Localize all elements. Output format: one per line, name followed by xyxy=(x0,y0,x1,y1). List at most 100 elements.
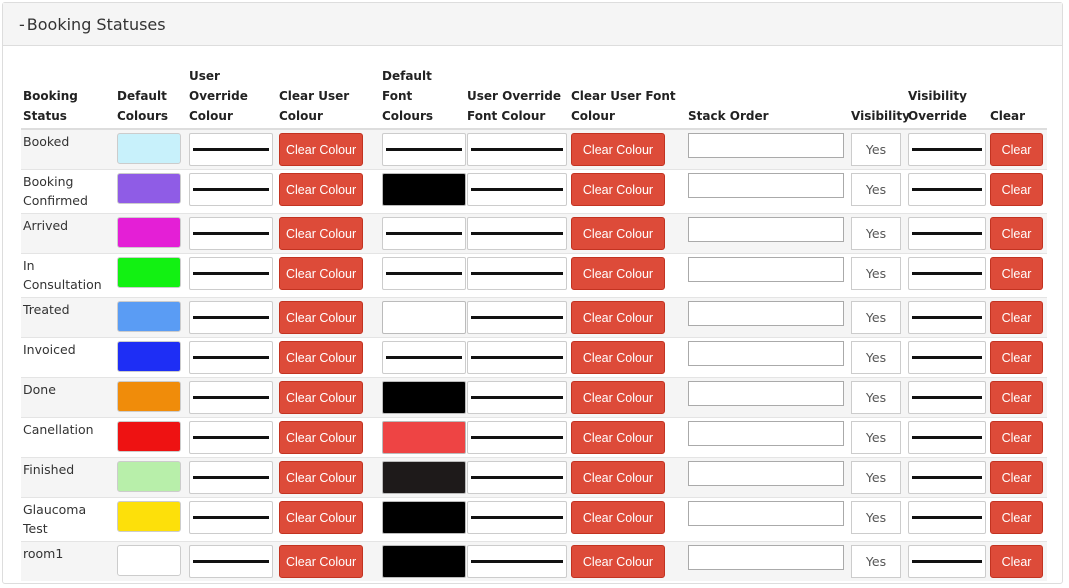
visibility-value[interactable]: Yes xyxy=(851,341,901,374)
clear-user-font-colour-button[interactable]: Clear Colour xyxy=(571,257,665,290)
visibility-value[interactable]: Yes xyxy=(851,217,901,250)
default-font-colour-swatch[interactable] xyxy=(382,461,466,494)
stack-order-input[interactable] xyxy=(688,217,844,242)
clear-user-colour-button[interactable]: Clear Colour xyxy=(279,257,364,290)
default-font-colour-picker[interactable] xyxy=(382,257,466,290)
stack-order-input[interactable] xyxy=(688,341,844,366)
visibility-override-toggle[interactable] xyxy=(908,381,986,414)
visibility-value[interactable]: Yes xyxy=(851,421,901,454)
default-colour-swatch[interactable] xyxy=(117,545,181,576)
stack-order-input[interactable] xyxy=(688,133,844,158)
default-colour-swatch[interactable] xyxy=(117,301,181,332)
stack-order-input[interactable] xyxy=(688,461,844,486)
visibility-override-toggle[interactable] xyxy=(908,421,986,454)
user-override-font-colour-picker[interactable] xyxy=(467,501,567,534)
visibility-value[interactable]: Yes xyxy=(851,173,901,206)
clear-user-colour-button[interactable]: Clear Colour xyxy=(279,461,364,494)
user-override-colour-picker[interactable] xyxy=(189,301,273,334)
clear-user-font-colour-button[interactable]: Clear Colour xyxy=(571,341,665,374)
stack-order-input[interactable] xyxy=(688,173,844,198)
user-override-font-colour-picker[interactable] xyxy=(467,301,567,334)
clear-user-colour-button[interactable]: Clear Colour xyxy=(279,381,364,414)
clear-button[interactable]: Clear xyxy=(990,257,1043,290)
clear-user-colour-button[interactable]: Clear Colour xyxy=(279,421,364,454)
default-colour-swatch[interactable] xyxy=(117,421,181,452)
default-font-colour-swatch[interactable] xyxy=(382,421,466,454)
visibility-value[interactable]: Yes xyxy=(851,381,901,414)
visibility-override-toggle[interactable] xyxy=(908,301,986,334)
visibility-override-toggle[interactable] xyxy=(908,217,986,250)
visibility-value[interactable]: Yes xyxy=(851,301,901,334)
visibility-value[interactable]: Yes xyxy=(851,133,901,166)
clear-button[interactable]: Clear xyxy=(990,341,1043,374)
visibility-value[interactable]: Yes xyxy=(851,501,901,534)
default-font-colour-picker[interactable] xyxy=(382,341,466,374)
clear-button[interactable]: Clear xyxy=(990,501,1043,534)
clear-user-colour-button[interactable]: Clear Colour xyxy=(279,341,364,374)
visibility-override-toggle[interactable] xyxy=(908,501,986,534)
clear-user-font-colour-button[interactable]: Clear Colour xyxy=(571,301,665,334)
visibility-override-toggle[interactable] xyxy=(908,133,986,166)
clear-user-colour-button[interactable]: Clear Colour xyxy=(279,217,364,250)
stack-order-input[interactable] xyxy=(688,257,844,282)
clear-button[interactable]: Clear xyxy=(990,301,1043,334)
default-colour-swatch[interactable] xyxy=(117,133,181,164)
user-override-font-colour-picker[interactable] xyxy=(467,461,567,494)
visibility-override-toggle[interactable] xyxy=(908,461,986,494)
default-colour-swatch[interactable] xyxy=(117,501,181,532)
user-override-colour-picker[interactable] xyxy=(189,341,273,374)
visibility-value[interactable]: Yes xyxy=(851,257,901,290)
user-override-font-colour-picker[interactable] xyxy=(467,217,567,250)
clear-user-colour-button[interactable]: Clear Colour xyxy=(279,301,364,334)
user-override-font-colour-picker[interactable] xyxy=(467,381,567,414)
user-override-colour-picker[interactable] xyxy=(189,173,273,206)
default-font-colour-swatch[interactable] xyxy=(382,381,466,414)
default-colour-swatch[interactable] xyxy=(117,217,181,248)
clear-button[interactable]: Clear xyxy=(990,545,1043,578)
clear-button[interactable]: Clear xyxy=(990,217,1043,250)
visibility-value[interactable]: Yes xyxy=(851,461,901,494)
collapse-toggle[interactable]: - xyxy=(19,15,25,34)
clear-button[interactable]: Clear xyxy=(990,421,1043,454)
user-override-font-colour-picker[interactable] xyxy=(467,545,567,578)
clear-user-colour-button[interactable]: Clear Colour xyxy=(279,545,364,578)
stack-order-input[interactable] xyxy=(688,501,844,526)
visibility-value[interactable]: Yes xyxy=(851,545,901,578)
default-colour-swatch[interactable] xyxy=(117,381,181,412)
clear-button[interactable]: Clear xyxy=(990,173,1043,206)
user-override-colour-picker[interactable] xyxy=(189,545,273,578)
default-font-colour-swatch[interactable] xyxy=(382,501,466,534)
visibility-override-toggle[interactable] xyxy=(908,341,986,374)
default-font-colour-swatch[interactable] xyxy=(382,173,466,206)
user-override-font-colour-picker[interactable] xyxy=(467,421,567,454)
visibility-override-toggle[interactable] xyxy=(908,545,986,578)
default-font-colour-picker[interactable] xyxy=(382,133,466,166)
clear-user-font-colour-button[interactable]: Clear Colour xyxy=(571,381,665,414)
default-colour-swatch[interactable] xyxy=(117,461,181,492)
user-override-colour-picker[interactable] xyxy=(189,381,273,414)
default-colour-swatch[interactable] xyxy=(117,173,181,204)
clear-user-font-colour-button[interactable]: Clear Colour xyxy=(571,133,665,166)
user-override-colour-picker[interactable] xyxy=(189,133,273,166)
default-font-colour-swatch[interactable] xyxy=(382,301,466,334)
user-override-colour-picker[interactable] xyxy=(189,217,273,250)
stack-order-input[interactable] xyxy=(688,545,844,570)
user-override-font-colour-picker[interactable] xyxy=(467,341,567,374)
default-colour-swatch[interactable] xyxy=(117,257,181,288)
user-override-font-colour-picker[interactable] xyxy=(467,257,567,290)
clear-button[interactable]: Clear xyxy=(990,381,1043,414)
user-override-font-colour-picker[interactable] xyxy=(467,173,567,206)
user-override-colour-picker[interactable] xyxy=(189,421,273,454)
default-font-colour-picker[interactable] xyxy=(382,217,466,250)
user-override-font-colour-picker[interactable] xyxy=(467,133,567,166)
default-font-colour-swatch[interactable] xyxy=(382,545,466,578)
default-colour-swatch[interactable] xyxy=(117,341,181,372)
stack-order-input[interactable] xyxy=(688,421,844,446)
user-override-colour-picker[interactable] xyxy=(189,501,273,534)
clear-user-font-colour-button[interactable]: Clear Colour xyxy=(571,421,665,454)
stack-order-input[interactable] xyxy=(688,301,844,326)
visibility-override-toggle[interactable] xyxy=(908,257,986,290)
clear-user-font-colour-button[interactable]: Clear Colour xyxy=(571,501,665,534)
clear-user-font-colour-button[interactable]: Clear Colour xyxy=(571,217,665,250)
user-override-colour-picker[interactable] xyxy=(189,461,273,494)
